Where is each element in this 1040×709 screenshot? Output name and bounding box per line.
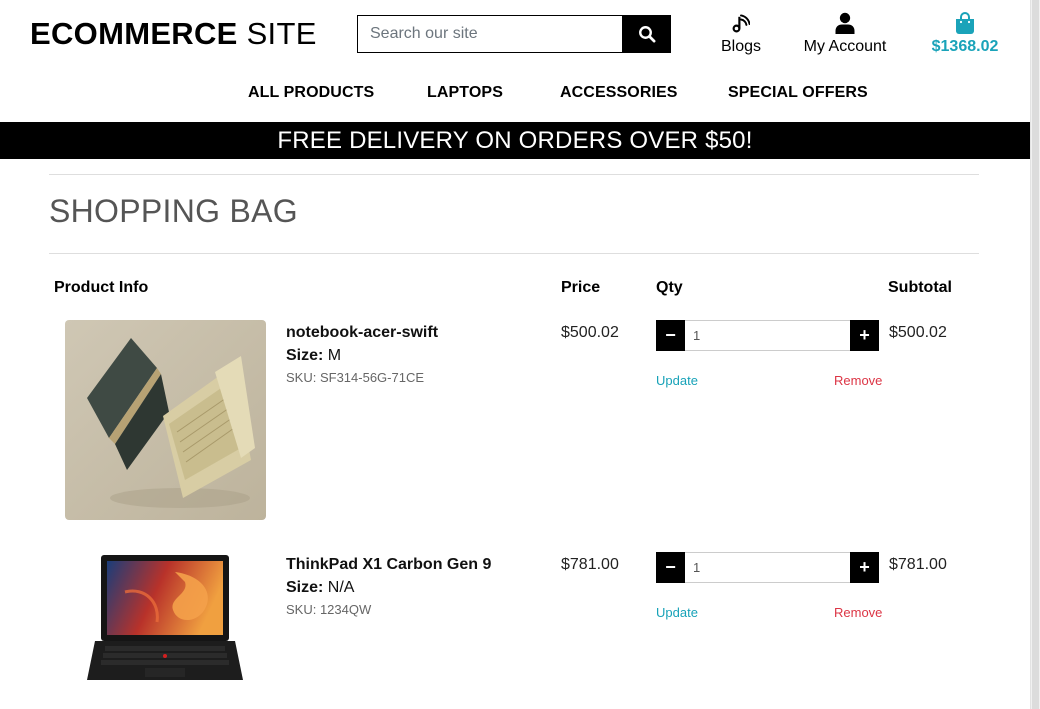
size-label: Size:	[286, 579, 324, 596]
product-image[interactable]	[65, 552, 266, 692]
logo-light-text: SITE	[246, 16, 317, 51]
qty-increment-button[interactable]: +	[850, 552, 879, 583]
page-title: SHOPPING BAG	[49, 193, 298, 229]
minus-icon: −	[665, 557, 676, 577]
product-name: notebook-acer-swift	[286, 324, 439, 341]
product-sku: SKU: 1234QW	[286, 602, 372, 617]
rss-icon	[732, 8, 750, 34]
search-button[interactable]	[622, 15, 671, 53]
delivery-banner: FREE DELIVERY ON ORDERS OVER $50!	[0, 122, 1030, 159]
product-subtotal: $781.00	[889, 556, 947, 573]
user-icon	[835, 8, 855, 34]
main-nav: ALL PRODUCTS LAPTOPS ACCESSORIES SPECIAL…	[0, 84, 1030, 106]
column-header-product: Product Info	[54, 279, 149, 296]
divider-top	[49, 174, 979, 175]
plus-icon: +	[859, 557, 870, 577]
product-sku: SKU: SF314-56G-71CE	[286, 370, 425, 385]
remove-link[interactable]: Remove	[834, 605, 882, 620]
size-value: N/A	[327, 579, 355, 596]
remove-link[interactable]: Remove	[834, 373, 882, 388]
qty-increment-button[interactable]: +	[850, 320, 879, 351]
search-input[interactable]	[357, 15, 622, 53]
search-icon	[638, 26, 655, 43]
site-header: ECOMMERCE SITE Blogs	[0, 0, 1030, 122]
column-header-subtotal: Subtotal	[888, 279, 952, 296]
nav-special-offers[interactable]: SPECIAL OFFERS	[728, 84, 868, 102]
update-link[interactable]: Update	[656, 373, 698, 388]
qty-input[interactable]	[685, 320, 850, 351]
product-subtotal: $500.02	[889, 324, 947, 341]
product-price: $500.02	[561, 324, 619, 341]
minus-icon: −	[665, 325, 676, 345]
search-form	[357, 15, 671, 53]
quantity-stepper: − +	[656, 320, 879, 351]
update-link[interactable]: Update	[656, 605, 698, 620]
shopping-bag-link[interactable]: $1368.02	[928, 8, 1002, 56]
size-label: Size:	[286, 347, 324, 364]
size-value: M	[327, 347, 342, 364]
product-price: $781.00	[561, 556, 619, 573]
my-account-link[interactable]: My Account	[800, 8, 890, 56]
nav-laptops[interactable]: LAPTOPS	[427, 84, 503, 102]
quantity-stepper: − +	[656, 552, 879, 583]
product-size: Size: M	[286, 347, 341, 365]
plus-icon: +	[859, 325, 870, 345]
qty-input[interactable]	[685, 552, 850, 583]
bag-total: $1368.02	[931, 38, 999, 55]
qty-decrement-button[interactable]: −	[656, 552, 685, 583]
divider-title	[49, 253, 979, 254]
product-size: Size: N/A	[286, 579, 354, 597]
page-scrollbar[interactable]	[1030, 0, 1040, 709]
qty-decrement-button[interactable]: −	[656, 320, 685, 351]
column-header-qty: Qty	[656, 279, 683, 296]
nav-all-products[interactable]: ALL PRODUCTS	[248, 84, 374, 102]
blogs-label: Blogs	[720, 38, 762, 55]
bag-row: ThinkPad X1 Carbon Gen 9 Size: N/A SKU: …	[0, 552, 1030, 709]
bag-row: notebook-acer-swift Size: M SKU: SF314-5…	[0, 320, 1030, 520]
scrollbar-thumb[interactable]	[1032, 0, 1039, 709]
product-image[interactable]	[65, 320, 266, 520]
nav-accessories[interactable]: ACCESSORIES	[560, 84, 678, 102]
site-logo[interactable]: ECOMMERCE SITE	[30, 16, 317, 52]
column-header-price: Price	[561, 279, 601, 296]
shopping-bag-icon	[955, 8, 975, 34]
product-name: ThinkPad X1 Carbon Gen 9	[286, 556, 492, 573]
blogs-link[interactable]: Blogs	[716, 8, 766, 56]
logo-bold-text: ECOMMERCE	[30, 16, 238, 51]
my-account-label: My Account	[803, 38, 887, 55]
